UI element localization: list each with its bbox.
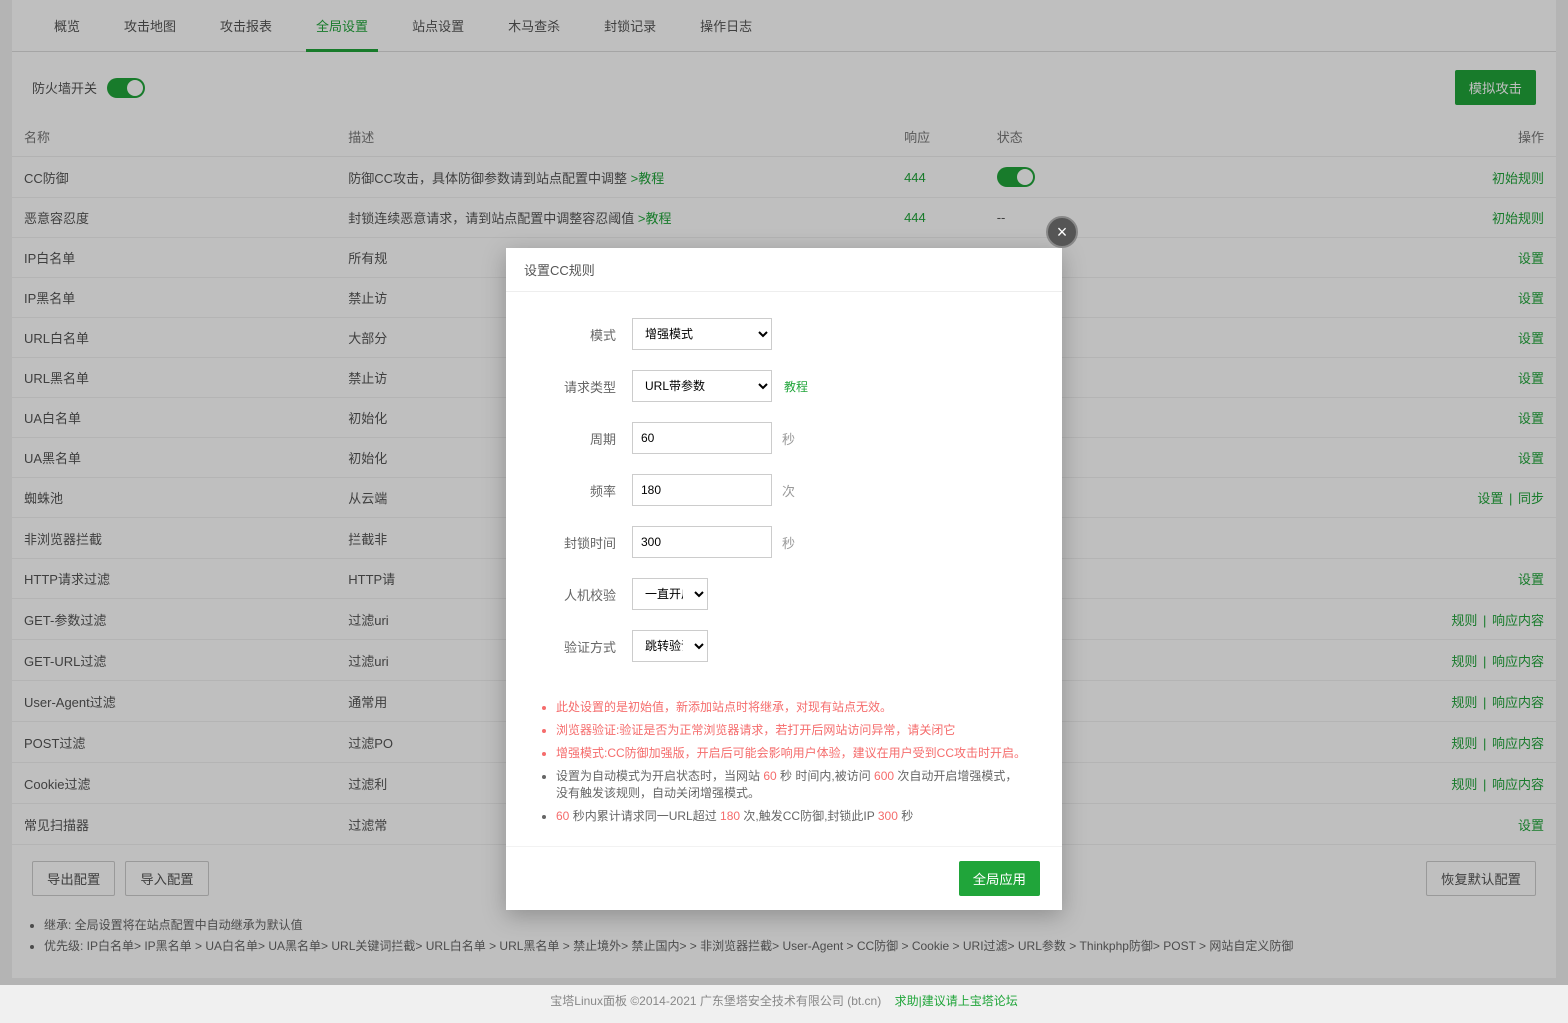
freq-input[interactable]	[632, 474, 772, 506]
apply-global-button[interactable]: 全局应用	[959, 861, 1040, 896]
tip-item: 60 秒内累计请求同一URL超过 180 次,触发CC防御,封锁此IP 300 …	[556, 807, 1026, 824]
period-input[interactable]	[632, 422, 772, 454]
locktime-unit: 秒	[782, 533, 795, 552]
tip-item: 此处设置的是初始值，新添加站点时将继承，对现有站点无效。	[556, 698, 1026, 715]
verify-select[interactable]: 跳转验证	[632, 630, 708, 662]
reqtype-select[interactable]: URL带参数	[632, 370, 772, 402]
locktime-label: 封锁时间	[542, 533, 632, 552]
period-unit: 秒	[782, 429, 795, 448]
modal-body: 模式 增强模式 请求类型 URL带参数 教程 周期 秒 频率 次 封锁时间 秒 …	[506, 292, 1062, 692]
locktime-input[interactable]	[632, 526, 772, 558]
period-label: 周期	[542, 429, 632, 448]
freq-unit: 次	[782, 481, 795, 500]
close-icon[interactable]: ×	[1046, 216, 1078, 248]
tip-item: 设置为自动模式为开启状态时，当网站 60 秒 时间内,被访问 600 次自动开启…	[556, 767, 1026, 801]
captcha-select[interactable]: 一直开启	[632, 578, 708, 610]
tip-item: 浏览器验证:验证是否为正常浏览器请求，若打开后网站访问异常，请关闭它	[556, 721, 1026, 738]
reqtype-label: 请求类型	[542, 377, 632, 396]
mode-label: 模式	[542, 325, 632, 344]
modal-header: 设置CC规则 ×	[506, 248, 1062, 292]
captcha-label: 人机校验	[542, 585, 632, 604]
mode-select[interactable]: 增强模式	[632, 318, 772, 350]
footer-text: 宝塔Linux面板 ©2014-2021 广东堡塔安全技术有限公司 (bt.cn…	[550, 994, 881, 1008]
verify-label: 验证方式	[542, 637, 632, 656]
modal-title: 设置CC规则	[524, 260, 595, 279]
footer-help-link[interactable]: 求助|建议请上宝塔论坛	[895, 994, 1018, 1008]
freq-label: 频率	[542, 481, 632, 500]
cc-rules-modal: 设置CC规则 × 模式 增强模式 请求类型 URL带参数 教程 周期 秒 频率 …	[506, 248, 1062, 910]
modal-footer: 全局应用	[506, 846, 1062, 910]
modal-tips: 此处设置的是初始值，新添加站点时将继承，对现有站点无效。浏览器验证:验证是否为正…	[506, 698, 1062, 846]
reqtype-tutorial-link[interactable]: 教程	[784, 378, 808, 395]
tip-item: 增强模式:CC防御加强版，开启后可能会影响用户体验，建议在用户受到CC攻击时开启…	[556, 744, 1026, 761]
